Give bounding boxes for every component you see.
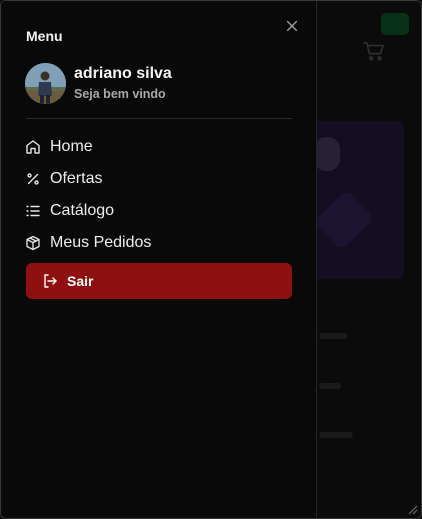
package-icon: [25, 235, 41, 251]
close-icon: [286, 20, 298, 32]
user-profile: adriano silva Seja bem vindo: [25, 62, 295, 104]
nav-item-label: Home: [50, 138, 93, 155]
close-button[interactable]: [283, 17, 301, 35]
nav-item-home[interactable]: Home: [25, 131, 293, 163]
home-icon: [25, 139, 41, 155]
app-window: Menu adriano silva Seja bem vindo Home O…: [0, 0, 422, 519]
nav-item-ofertas[interactable]: Ofertas: [25, 163, 293, 195]
nav-menu: Home Ofertas Catálogo Meus Pedidos: [25, 131, 293, 259]
user-name: adriano silva: [74, 65, 172, 82]
resize-grip-icon[interactable]: [406, 503, 418, 515]
nav-item-label: Meus Pedidos: [50, 234, 152, 251]
welcome-text: Seja bem vindo: [74, 87, 166, 101]
drawer-title: Menu: [26, 28, 63, 44]
nav-item-catalogo[interactable]: Catálogo: [25, 195, 293, 227]
nav-item-label: Ofertas: [50, 170, 103, 187]
divider: [26, 118, 292, 119]
logout-label: Sair: [67, 273, 94, 289]
nav-item-meus-pedidos[interactable]: Meus Pedidos: [25, 227, 293, 259]
logout-button[interactable]: Sair: [26, 263, 292, 299]
side-drawer: Menu adriano silva Seja bem vindo Home O…: [1, 1, 317, 518]
list-icon: [25, 203, 41, 219]
logout-icon: [42, 273, 58, 289]
percent-icon: [25, 171, 41, 187]
avatar: [25, 62, 66, 104]
nav-item-label: Catálogo: [50, 202, 115, 219]
